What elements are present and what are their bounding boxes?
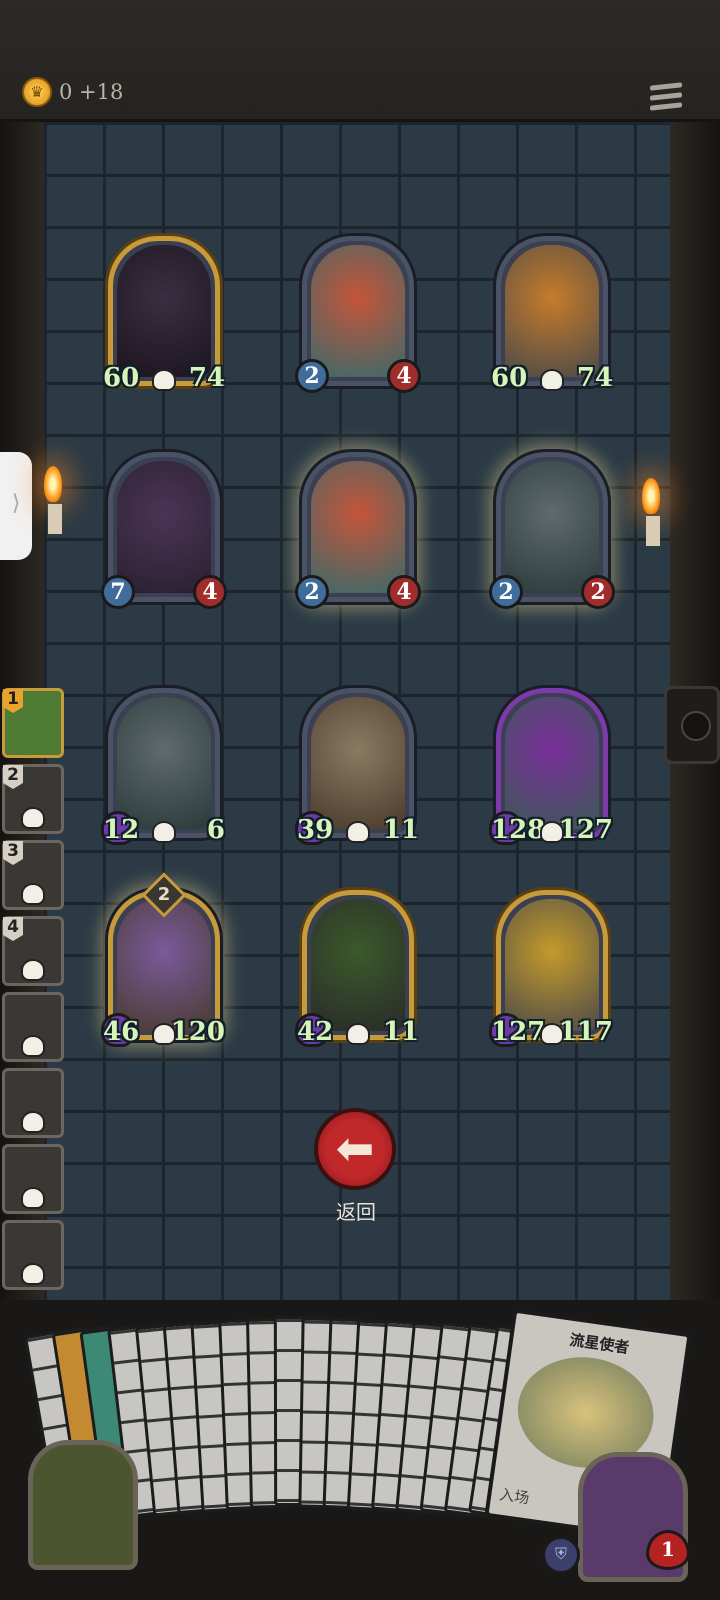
board-minion-card[interactable]: 60 74 [103,236,225,393]
skull-icon [21,1263,45,1285]
featured-card-keyword: 入场 [498,1485,531,1508]
health-value: 4 [193,575,227,609]
skull-icon [540,369,564,391]
opponent-list-item[interactable]: 1 [2,688,64,758]
board-minion-card[interactable]: 60 74 [491,236,613,393]
attack-value: 2 [295,359,329,393]
attack-value: 128 [491,815,546,845]
health-value: 6 [206,815,225,845]
side-drawer-tab[interactable]: ⟩ [0,452,32,560]
health-value: 127 [558,815,613,845]
attack-value: 127 [491,1017,546,1047]
opponent-list-item[interactable] [2,992,64,1062]
skull-icon [540,821,564,843]
skull-icon [152,369,176,391]
board-minion-card[interactable]: 24 [295,452,421,609]
opponent-list-item[interactable]: 4 [2,916,64,986]
minion-art [505,899,599,1031]
health-value: 120 [170,1017,225,1047]
minion-art [505,461,599,593]
attack-value: 39 [297,815,334,845]
minion-art [311,461,405,593]
skull-icon [21,807,45,829]
minion-art [117,899,211,1031]
health-value: 4 [387,359,421,393]
skull-icon [152,821,176,843]
opponent-rank: 3 [3,841,23,865]
shop-portrait[interactable] [28,1440,138,1570]
board-minion-card[interactable]: 22 [489,452,615,609]
opponent-list-item[interactable]: 2 [2,764,64,834]
opponent-list-item[interactable]: 3 [2,840,64,910]
crown-coin-icon: ♛ [22,77,52,107]
health-value: 11 [382,815,419,845]
board-minion-card[interactable]: 2 46 120 [101,872,225,1047]
board-minion-card[interactable]: 39 11 [295,688,419,845]
back-button[interactable]: ⬅ [314,1108,396,1190]
opponent-list-item[interactable] [2,1220,64,1290]
health-value: 11 [382,1017,419,1047]
back-button-label: 返回 [336,1200,376,1224]
opponent-rank: 4 [3,917,23,941]
board-minion-card[interactable]: 24 [295,236,421,393]
gold-counter: 0 +18 [59,80,124,104]
attack-value: 46 [103,1017,140,1047]
skull-icon [540,1023,564,1045]
attack-value: 42 [297,1017,334,1047]
minion-art [117,245,211,377]
minion-art [505,697,599,829]
door-handle [664,686,720,764]
opponent-rank: 2 [3,765,23,789]
board-minion-card[interactable]: 42 11 [295,890,419,1047]
attack-value: 2 [295,575,329,609]
shield-icon: ⛨ [542,1536,580,1574]
attack-value: 12 [103,815,140,845]
attack-value: 7 [101,575,135,609]
attack-value: 60 [491,363,528,393]
top-bar: ♛ 0 +18 [0,0,720,122]
board-minion-card[interactable]: 127 117 [489,890,613,1047]
right-torch-icon [642,478,664,546]
health-value: 2 [581,575,615,609]
left-torch-icon [44,466,66,534]
board-minion-card[interactable]: 74 [101,452,227,609]
opponent-list: 1 2 3 4 [2,688,66,1296]
minion-art [117,461,211,593]
skull-icon [21,959,45,981]
skull-icon [21,1035,45,1057]
board-minion-card[interactable]: 128 127 [489,688,613,845]
skull-icon [21,1187,45,1209]
attack-value: 2 [489,575,523,609]
skull-icon [346,1023,370,1045]
minion-art [117,697,211,829]
skull-icon [152,1023,176,1045]
skull-icon [346,821,370,843]
opponent-rank: 1 [3,689,23,713]
health-value: 4 [387,575,421,609]
minion-art [505,245,599,377]
menu-button[interactable] [650,82,682,116]
health-value: 74 [576,363,613,393]
opponent-list-item[interactable] [2,1068,64,1138]
left-arrow-icon: ⬅ [335,1121,375,1175]
player-life: 1 [646,1530,690,1570]
skull-icon [21,1111,45,1133]
attack-value: 60 [103,363,140,393]
minion-art [311,245,405,377]
health-value: 74 [188,363,225,393]
opponent-list-item[interactable] [2,1144,64,1214]
board-minion-card[interactable]: 12 6 [101,688,225,845]
health-value: 117 [558,1017,613,1047]
minion-art [311,899,405,1031]
minion-art [311,697,405,829]
skull-icon [21,883,45,905]
